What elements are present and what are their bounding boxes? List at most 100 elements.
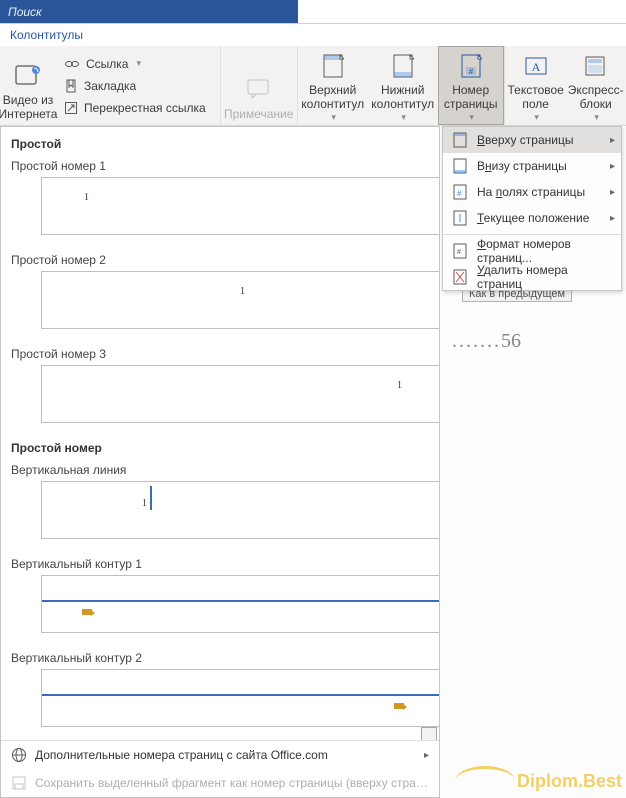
crossref-button[interactable]: Перекрестная ссылка: [56, 97, 214, 119]
gallery-item-preview[interactable]: 1: [41, 177, 439, 235]
menu-remove-numbers[interactable]: Удалить номера страниц: [443, 264, 621, 290]
gallery-scroll[interactable]: Простой Простой номер 1 1 Простой номер …: [1, 127, 439, 740]
chevron-right-icon: ▸: [610, 213, 615, 224]
comment-icon: [243, 73, 275, 105]
page-number-label: Номер страницы: [444, 84, 498, 112]
page-number-button[interactable]: # Номер страницы▾: [438, 46, 504, 125]
ribbon-group-text: A Текстовое поле▾ Экспресс- блоки▾: [505, 46, 625, 125]
gallery-item-name: Вертикальный контур 1: [11, 557, 435, 571]
menu-page-margins[interactable]: # На полях страницы ▸: [443, 179, 621, 205]
chevron-down-icon: ▾: [331, 112, 336, 122]
svg-text:#: #: [457, 249, 461, 256]
svg-text:A: A: [531, 60, 540, 74]
ribbon: Видео из Интернета Ссылка ▾ Закладка Пер…: [0, 46, 626, 126]
svg-text:#: #: [457, 189, 462, 198]
menu-bottom-of-page[interactable]: Внизу страницы ▸: [443, 153, 621, 179]
svg-text:#: #: [468, 67, 473, 76]
menu-top-label: Вверху страницы: [477, 133, 573, 147]
save-selection-as-number: Сохранить выделенный фрагмент как номер …: [1, 769, 439, 797]
save-icon: [11, 775, 27, 791]
tab-headers-footers[interactable]: Колонтитулы: [10, 28, 83, 42]
textbox-button[interactable]: A Текстовое поле▾: [505, 46, 567, 125]
cursor-position-icon: [451, 209, 469, 227]
preview-page-number: 1: [397, 380, 402, 391]
tab-marker-icon: [82, 609, 92, 615]
chevron-down-icon: ▾: [136, 58, 141, 69]
header-label: Верхний колонтитул: [301, 84, 364, 112]
menu-divider: [443, 234, 621, 235]
header-button[interactable]: Верхний колонтитул▾: [298, 46, 368, 125]
page-margins-icon: #: [451, 183, 469, 201]
comment-label: Примечание: [224, 108, 293, 122]
link-label: Ссылка: [86, 57, 128, 71]
quick-parts-button[interactable]: Экспресс- блоки▾: [567, 46, 625, 125]
online-video-button[interactable]: Видео из Интернета: [0, 46, 56, 125]
header-icon: [317, 50, 349, 81]
watermark: Diplom.Best: [455, 766, 622, 792]
save-selection-label: Сохранить выделенный фрагмент как номер …: [35, 776, 429, 790]
gallery-item-name: Простой номер 1: [11, 159, 435, 173]
more-from-office[interactable]: Дополнительные номера страниц с сайта Of…: [1, 741, 439, 769]
gallery-item-preview[interactable]: [41, 669, 439, 727]
quick-parts-icon: [580, 50, 612, 81]
quick-parts-label: Экспресс- блоки: [568, 84, 624, 112]
page-number-menu: Вверху страницы ▸ Внизу страницы ▸ # На …: [442, 126, 622, 291]
menu-top-of-page[interactable]: Вверху страницы ▸: [443, 127, 621, 153]
preview-page-number: 1: [84, 192, 89, 203]
gallery-item-preview[interactable]: 1: [41, 481, 439, 539]
title-search[interactable]: Поиск: [0, 0, 298, 23]
remove-icon: [451, 268, 469, 286]
menu-format-label: Формат номеров страниц...: [477, 237, 613, 265]
menu-current-label: Текущее положение: [477, 211, 589, 225]
tab-marker-icon: [394, 703, 404, 709]
gallery-item-preview[interactable]: 1: [41, 365, 439, 423]
textbox-label: Текстовое поле: [508, 84, 564, 112]
format-icon: #: [451, 242, 469, 260]
ribbon-group-media-links: Видео из Интернета Ссылка ▾ Закладка Пер…: [0, 46, 221, 125]
document-area: Как в предыдущем .......56: [440, 282, 626, 798]
chevron-right-icon: ▸: [610, 135, 615, 146]
ribbon-group-comments: Примечание: [221, 46, 298, 125]
ribbon-tabstrip: Колонтитулы: [0, 24, 626, 46]
search-placeholder: Поиск: [8, 5, 42, 19]
chevron-down-icon: ▾: [594, 112, 599, 122]
link-button[interactable]: Ссылка ▾: [56, 53, 214, 75]
preview-hrule: [42, 600, 439, 602]
footer-button[interactable]: Нижний колонтитул▾: [368, 46, 438, 125]
globe-icon: [11, 747, 27, 763]
chevron-right-icon: ▸: [424, 750, 429, 761]
menu-remove-label: Удалить номера страниц: [477, 263, 613, 291]
menu-bottom-label: Внизу страницы: [477, 159, 567, 173]
doc-page-number-field: .......56: [452, 330, 521, 353]
gallery-item-preview[interactable]: 1: [41, 271, 439, 329]
chevron-down-icon: ▾: [534, 112, 539, 122]
menu-format-numbers[interactable]: # Формат номеров страниц...: [443, 238, 621, 264]
footer-label: Нижний колонтитул: [371, 84, 434, 112]
more-from-office-label: Дополнительные номера страниц с сайта Of…: [35, 748, 328, 762]
gallery-item-preview[interactable]: [41, 575, 439, 633]
footer-icon: [387, 50, 419, 81]
menu-margins-label: На полях страницы: [477, 185, 585, 199]
menu-current-position[interactable]: Текущее положение ▸: [443, 205, 621, 231]
ribbon-group-header-footer: Верхний колонтитул▾ Нижний колонтитул▾ #…: [298, 46, 505, 125]
page-bottom-icon: [451, 157, 469, 175]
video-icon: [12, 59, 44, 91]
link-icon: [64, 57, 80, 71]
page-number-gallery: Простой Простой номер 1 1 Простой номер …: [0, 126, 440, 798]
crossref-icon: [64, 101, 78, 115]
gallery-category: Простой: [11, 137, 435, 151]
preview-page-number: 1: [240, 286, 245, 297]
title-bar: Поиск: [0, 0, 626, 24]
comment-button: Примечание: [221, 46, 297, 125]
bookmark-icon: [64, 79, 78, 93]
bookmark-button[interactable]: Закладка: [56, 75, 214, 97]
chevron-down-icon: ▾: [469, 112, 474, 122]
preview-hrule: [42, 694, 439, 696]
gallery-item-name: Вертикальный контур 2: [11, 651, 435, 665]
gallery-footer: Дополнительные номера страниц с сайта Of…: [1, 740, 439, 797]
gallery-item-name: Простой номер 2: [11, 253, 435, 267]
page-top-icon: [451, 131, 469, 149]
watermark-text: Diplom.Best: [517, 771, 622, 792]
preview-page-number: 1: [142, 498, 147, 509]
chevron-right-icon: ▸: [610, 161, 615, 172]
